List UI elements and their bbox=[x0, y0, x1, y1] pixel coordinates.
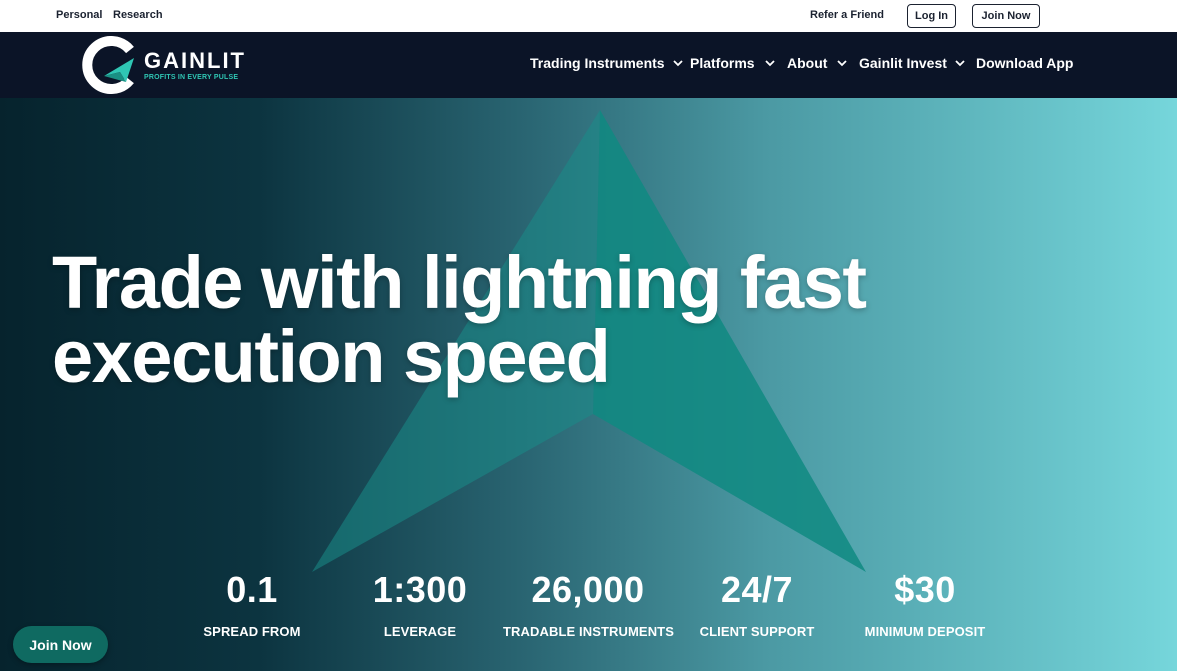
nav-trading-instruments[interactable]: Trading Instruments bbox=[530, 55, 685, 71]
join-now-button[interactable]: Join Now bbox=[972, 4, 1040, 28]
nav-platforms[interactable]: Platforms bbox=[690, 55, 777, 71]
nav-gainlit-invest[interactable]: Gainlit Invest bbox=[859, 55, 967, 71]
stat-value: 0.1 bbox=[226, 569, 278, 610]
research-link[interactable]: Research bbox=[113, 9, 163, 21]
stat-value: 1:300 bbox=[372, 569, 468, 610]
chevron-down-icon bbox=[837, 60, 848, 67]
nav-label: Trading Instruments bbox=[530, 55, 665, 71]
stat-leverage: 1:300 LEVERAGE bbox=[335, 568, 505, 639]
stat-label: TRADABLE INSTRUMENTS bbox=[503, 624, 674, 639]
stat-value: 26,000 bbox=[531, 569, 645, 610]
chevron-down-icon bbox=[764, 60, 775, 67]
stat-support: 24/7 CLIENT SUPPORT bbox=[672, 568, 842, 639]
floating-join-now-button[interactable]: Join Now bbox=[13, 626, 108, 663]
stat-label: LEVERAGE bbox=[383, 624, 457, 639]
stat-label: CLIENT SUPPORT bbox=[699, 624, 815, 639]
nav-download-app[interactable]: Download App bbox=[976, 55, 1073, 71]
brand-name: GAINLIT bbox=[144, 48, 246, 73]
stat-instruments: 26,000 TRADABLE INSTRUMENTS bbox=[503, 568, 674, 639]
nav-label: Download App bbox=[976, 55, 1074, 71]
nav-label: About bbox=[787, 55, 828, 71]
stat-label: MINIMUM DEPOSIT bbox=[864, 624, 986, 639]
stat-label: SPREAD FROM bbox=[203, 624, 301, 639]
stat-deposit: $30 MINIMUM DEPOSIT bbox=[840, 568, 1010, 639]
chevron-down-icon bbox=[672, 60, 683, 67]
stat-spread: 0.1 SPREAD FROM bbox=[167, 568, 337, 639]
nav-about[interactable]: About bbox=[787, 55, 849, 71]
nav-label: Gainlit Invest bbox=[859, 55, 947, 71]
stat-value: 24/7 bbox=[720, 569, 794, 610]
main-nav: GAINLIT PROFITS IN EVERY PULSE Trading I… bbox=[0, 32, 1177, 98]
hero-title: Trade with lightning fast execution spee… bbox=[52, 241, 867, 398]
login-button[interactable]: Log In bbox=[907, 4, 956, 28]
stat-value: $30 bbox=[894, 569, 956, 610]
hero-section: Trade with lightning fast execution spee… bbox=[0, 98, 1177, 671]
brand-tagline: PROFITS IN EVERY PULSE bbox=[144, 74, 239, 81]
utility-bar: Personal Research Refer a Friend Log In … bbox=[0, 0, 1177, 32]
nav-label: Platforms bbox=[690, 55, 755, 71]
chevron-down-icon bbox=[955, 60, 965, 67]
refer-a-friend-link[interactable]: Refer a Friend bbox=[810, 9, 884, 21]
brand-logo[interactable]: GAINLIT PROFITS IN EVERY PULSE bbox=[80, 36, 250, 94]
personal-link[interactable]: Personal bbox=[56, 9, 102, 21]
gainlit-logo-icon bbox=[82, 36, 134, 94]
